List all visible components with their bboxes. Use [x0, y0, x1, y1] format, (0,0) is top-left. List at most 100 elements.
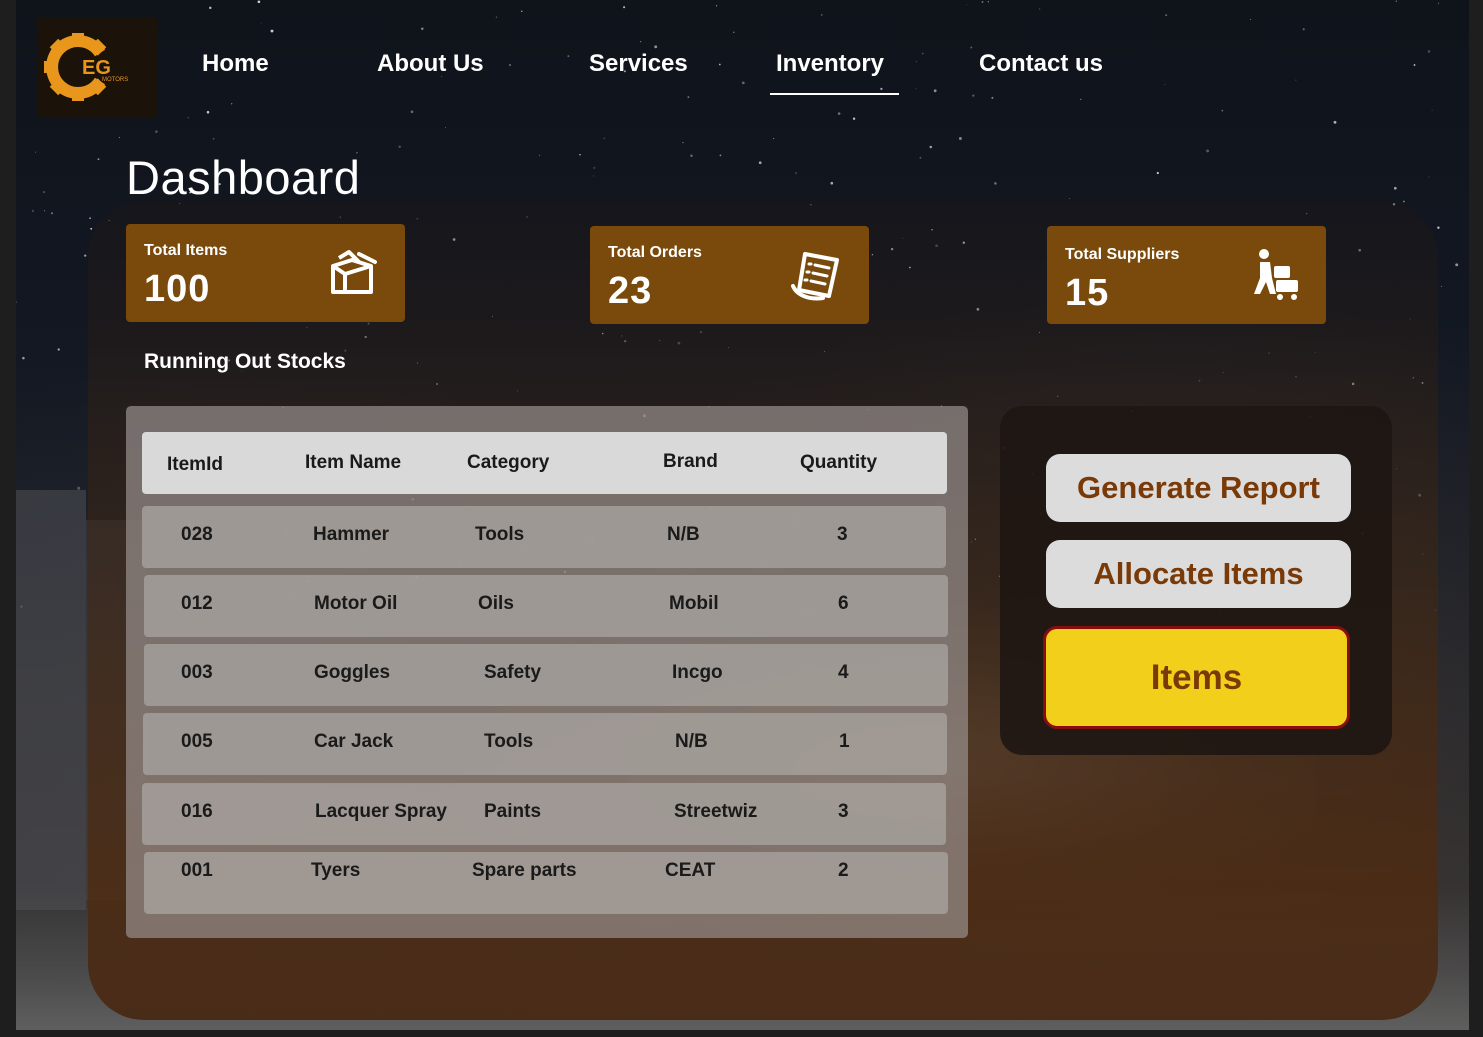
background-building	[16, 490, 86, 910]
nav-home[interactable]: Home	[202, 50, 269, 86]
star	[682, 141, 684, 144]
star	[994, 182, 997, 185]
star	[1221, 109, 1224, 112]
star	[270, 29, 274, 33]
cell-quantity: 6	[838, 593, 849, 614]
cell-item-name: Lacquer Spray	[315, 801, 447, 822]
star	[538, 154, 541, 157]
stat-card-total-items[interactable]: Total Items 100	[126, 224, 405, 322]
star	[231, 103, 233, 105]
star	[89, 217, 91, 219]
cell-category: Safety	[484, 662, 542, 683]
table-row[interactable]: 028 Hammer Tools N/B 3	[142, 506, 946, 568]
cell-item-name: Tyers	[311, 860, 361, 881]
star	[1441, 285, 1442, 287]
star	[958, 137, 962, 140]
cell-brand: Mobil	[669, 593, 719, 614]
star	[880, 87, 883, 91]
cell-brand: Streetwiz	[674, 801, 758, 822]
star	[421, 27, 424, 31]
cell-brand: CEAT	[665, 860, 716, 881]
star	[206, 110, 210, 114]
cell-item-name: Motor Oil	[314, 593, 398, 614]
cell-item-name: Hammer	[313, 524, 390, 545]
items-button[interactable]: Items	[1043, 626, 1350, 729]
star	[43, 210, 46, 212]
nav-services[interactable]: Services	[589, 50, 688, 86]
star	[1164, 84, 1166, 86]
star	[50, 212, 54, 215]
star	[398, 145, 401, 149]
table-row[interactable]: 003 Goggles Safety Incgo 4	[144, 644, 948, 706]
star	[1428, 176, 1430, 178]
allocate-items-button[interactable]: Allocate Items	[1046, 540, 1351, 608]
star	[1437, 226, 1440, 229]
table-row[interactable]: 016 Lacquer Spray Paints Streetwiz 3	[142, 783, 946, 845]
stat-card-total-orders[interactable]: Total Orders 23	[590, 226, 869, 324]
column-header-brand: Brand	[663, 451, 718, 472]
cell-quantity: 3	[837, 524, 848, 545]
star	[716, 5, 718, 7]
table-row[interactable]: 005 Car Jack Tools N/B 1	[143, 713, 947, 775]
star	[758, 161, 762, 165]
star	[852, 117, 856, 120]
star	[1206, 149, 1210, 153]
star	[1068, 197, 1070, 199]
nav-about-us[interactable]: About Us	[377, 50, 484, 86]
star	[1395, 0, 1398, 2]
cell-itemid: 001	[181, 860, 213, 881]
star	[719, 154, 722, 157]
cell-quantity: 2	[838, 860, 849, 881]
stock-table: ItemId Item Name Category Brand Quantity…	[126, 406, 968, 938]
star	[919, 156, 922, 159]
brand-logo[interactable]: EG MOTORS	[38, 17, 158, 117]
star	[257, 0, 261, 4]
star	[837, 112, 841, 115]
star	[1250, 18, 1252, 20]
star	[22, 356, 25, 360]
cell-itemid: 005	[181, 731, 213, 752]
star	[970, 46, 973, 49]
page-title: Dashboard	[126, 151, 361, 204]
star	[1295, 79, 1297, 81]
nav-inventory[interactable]: Inventory	[776, 50, 884, 86]
column-header-itemid: ItemId	[167, 454, 223, 475]
star	[733, 31, 735, 34]
box-icon	[331, 250, 377, 294]
star	[410, 110, 414, 114]
table-row[interactable]: 012 Motor Oil Oils Mobil 6	[144, 575, 948, 637]
star	[741, 81, 745, 85]
star	[567, 55, 570, 58]
star	[1427, 50, 1431, 53]
cell-category: Paints	[484, 801, 542, 822]
star	[1165, 14, 1168, 17]
stat-label: Total Items	[144, 242, 228, 259]
star	[830, 181, 834, 185]
star	[795, 172, 797, 174]
star	[1455, 263, 1459, 267]
cell-category: Tools	[475, 524, 525, 545]
star	[155, 130, 158, 133]
star	[579, 154, 581, 156]
table-row[interactable]: 001 Tyers Spare parts CEAT 2	[144, 852, 948, 914]
cell-item-name: Goggles	[314, 662, 391, 683]
delivery-worker-icon	[1254, 249, 1298, 300]
stat-value: 100	[144, 268, 211, 310]
star	[16, 301, 18, 303]
star	[260, 22, 262, 24]
cell-brand: Incgo	[672, 662, 723, 683]
stat-value: 23	[608, 270, 653, 312]
star	[915, 61, 917, 63]
column-header-category: Category	[467, 452, 550, 473]
star	[42, 191, 46, 194]
star	[212, 137, 215, 140]
nav-contact-us[interactable]: Contact us	[979, 50, 1103, 86]
stat-card-total-suppliers[interactable]: Total Suppliers 15	[1047, 226, 1326, 324]
star	[118, 136, 120, 139]
section-title: Running Out Stocks	[144, 350, 346, 373]
cell-category: Oils	[478, 593, 514, 614]
receipt-icon	[791, 252, 839, 301]
star	[654, 45, 658, 49]
generate-report-button[interactable]: Generate Report	[1046, 454, 1351, 522]
star	[593, 175, 595, 177]
